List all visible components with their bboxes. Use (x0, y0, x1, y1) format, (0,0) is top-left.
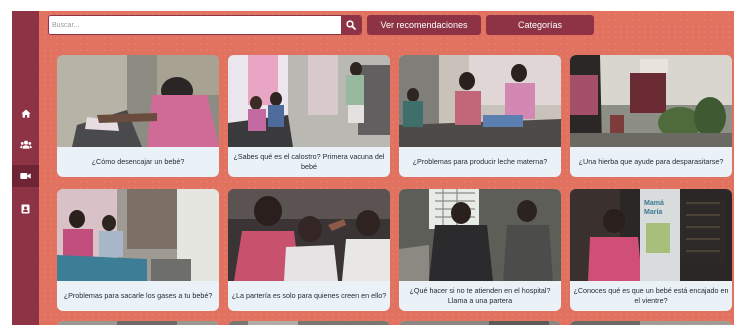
users-icon (19, 140, 32, 149)
home-icon (20, 109, 31, 118)
thumbnail-watermark-line1: Mamá (644, 200, 664, 207)
video-title[interactable]: ¿Cómo desencajar un bebé? (57, 147, 219, 177)
video-card[interactable]: ¿Problemas para sacarle los gases a tu b… (57, 189, 219, 311)
video-thumbnail[interactable] (228, 321, 390, 325)
video-thumbnail[interactable] (57, 55, 219, 147)
video-card[interactable]: ¿Qué hacer si no te atienden en el hospi… (399, 189, 561, 311)
video-card[interactable]: ¿La partería es solo para quienes creen … (228, 189, 390, 311)
contact-card-icon (21, 204, 30, 214)
video-thumbnail[interactable]: Mamá María (570, 189, 732, 281)
video-thumbnail[interactable] (399, 189, 561, 281)
search-icon (346, 20, 356, 30)
sidebar-item-home[interactable] (12, 102, 39, 124)
video-thumbnail[interactable] (399, 321, 561, 325)
video-thumbnail[interactable] (570, 321, 732, 325)
search-input[interactable] (49, 16, 341, 34)
categories-button[interactable]: Categorías (486, 15, 594, 35)
video-thumbnail[interactable] (228, 189, 390, 281)
video-card[interactable] (57, 321, 219, 325)
sidebar (12, 11, 39, 325)
video-title[interactable]: ¿Conoces qué es que un bebé está encajad… (570, 281, 732, 311)
video-title[interactable]: ¿Problemas para sacarle los gases a tu b… (57, 281, 219, 311)
sidebar-item-users[interactable] (12, 133, 39, 155)
video-card[interactable]: ¿Problemas para producir leche materna? (399, 55, 561, 177)
video-card[interactable] (399, 321, 561, 325)
video-thumbnail[interactable] (399, 55, 561, 147)
video-title[interactable]: ¿Qué hacer si no te atienden en el hospi… (399, 281, 561, 311)
recommendations-button[interactable]: Ver recomendaciones (367, 15, 481, 35)
sidebar-item-videos[interactable] (12, 165, 39, 187)
video-icon (20, 173, 31, 179)
video-title[interactable]: ¿Una hierba que ayude para desparasitars… (570, 147, 732, 177)
video-title[interactable]: ¿Sabes qué es el calostro? Primera vacun… (228, 147, 390, 177)
video-thumbnail[interactable] (570, 55, 732, 147)
search-bar (48, 15, 362, 35)
thumbnail-watermark-line2: María (644, 209, 662, 216)
video-card[interactable] (570, 321, 732, 325)
video-thumbnail[interactable] (57, 189, 219, 281)
video-title[interactable]: ¿La partería es solo para quienes creen … (228, 281, 390, 311)
video-thumbnail[interactable] (228, 55, 390, 147)
video-card[interactable]: ¿Sabes qué es el calostro? Primera vacun… (228, 55, 390, 177)
app-frame: Ver recomendaciones Categorías ¿Cómo des… (12, 11, 734, 325)
video-title[interactable]: ¿Problemas para producir leche materna? (399, 147, 561, 177)
video-card[interactable]: ¿Cómo desencajar un bebé? (57, 55, 219, 177)
video-card[interactable] (228, 321, 390, 325)
video-thumbnail[interactable] (57, 321, 219, 325)
search-button[interactable] (341, 16, 361, 34)
video-card[interactable]: Mamá María ¿Conoces qué es que un bebé e… (570, 189, 732, 311)
video-card[interactable]: ¿Una hierba que ayude para desparasitars… (570, 55, 732, 177)
sidebar-item-contacts[interactable] (12, 198, 39, 220)
